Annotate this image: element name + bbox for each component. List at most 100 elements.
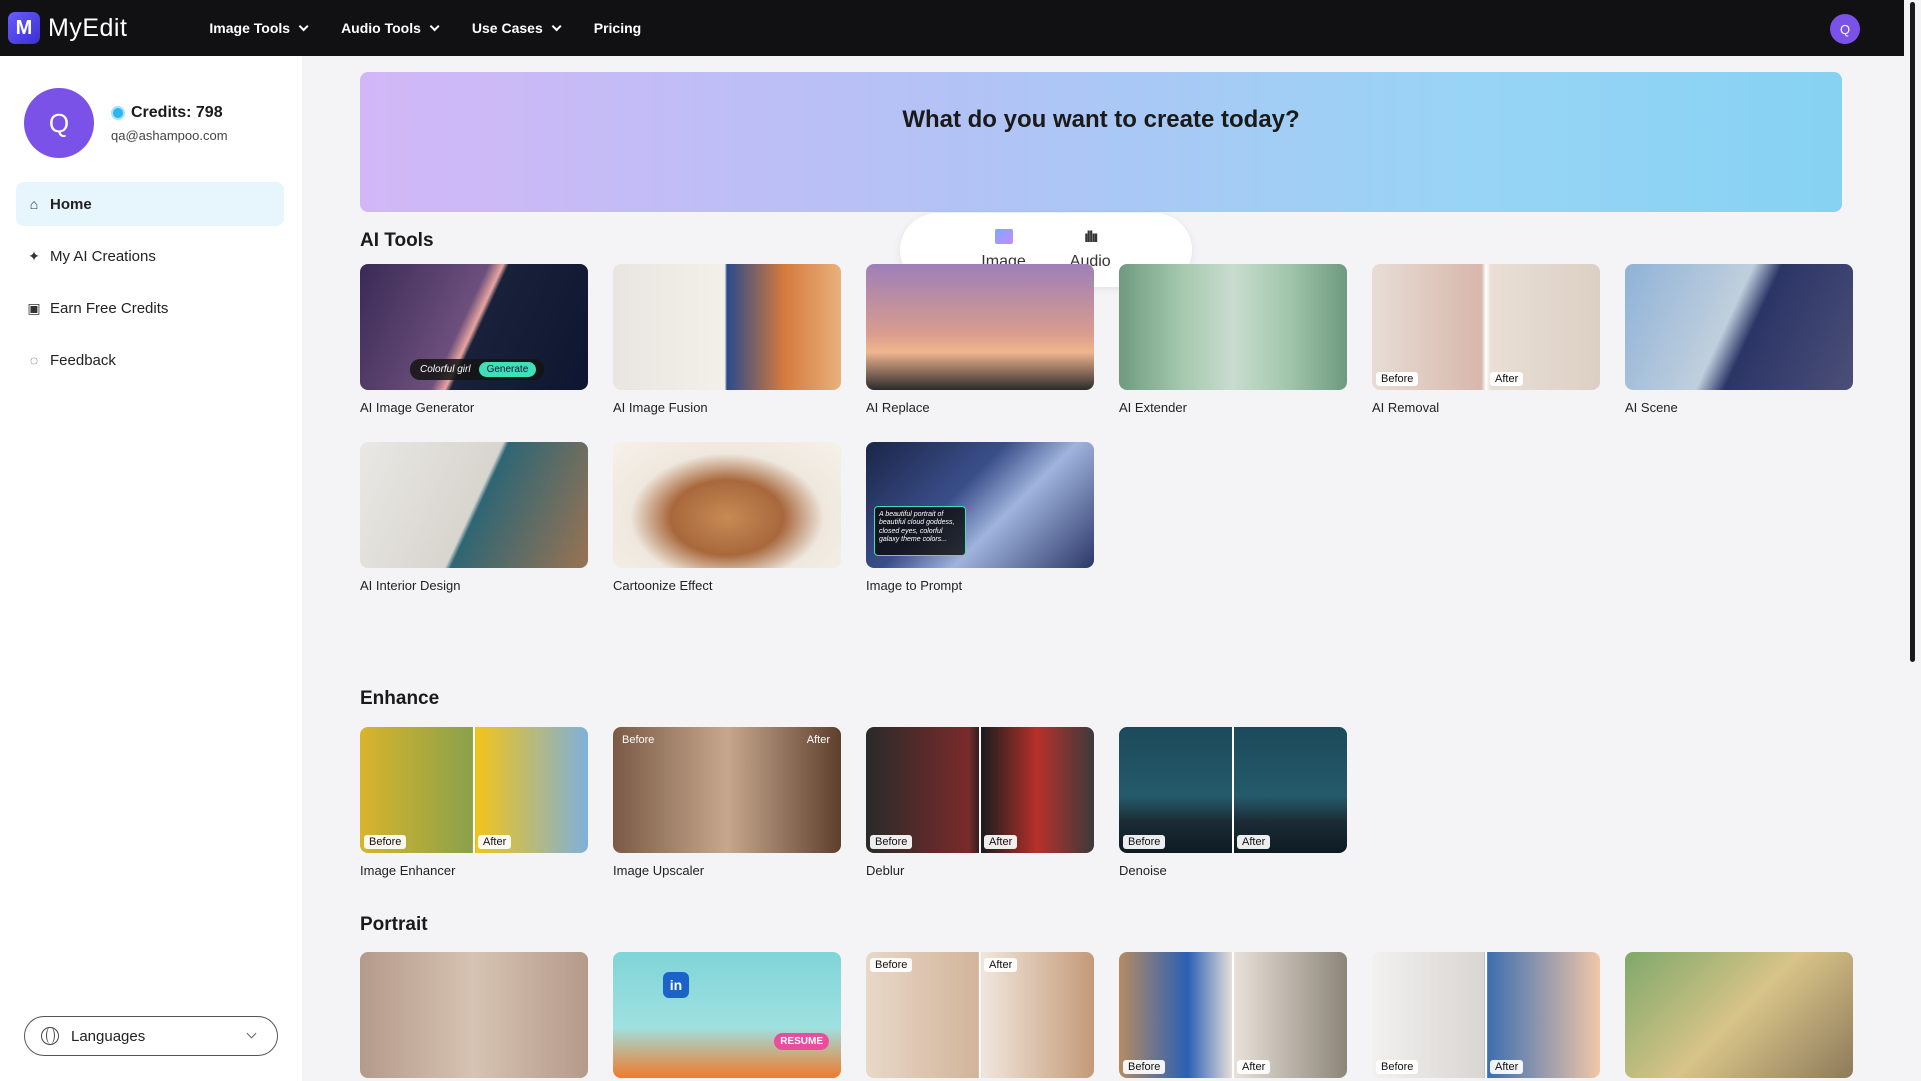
main-nav: Image Tools Audio Tools Use Cases Pricin… [209, 20, 677, 36]
card-ai-scene[interactable]: AI Scene [1625, 264, 1853, 415]
home-icon: ⌂ [29, 196, 39, 212]
section-title-portrait: Portrait [360, 914, 428, 935]
card-label: AI Interior Design [360, 578, 461, 593]
section-title-ai-tools: AI Tools [360, 230, 434, 251]
sidebar: Q Credits: 798 qa@ashampoo.com ⌂ Home ✦ … [0, 56, 302, 1081]
card-label: Image to Prompt [866, 578, 963, 593]
card-ai-extender[interactable]: AI Extender [1119, 264, 1347, 415]
thumbnail: A beautiful portrait of beautiful cloud … [866, 442, 1094, 568]
card-portrait-5[interactable]: Before After [1372, 952, 1600, 1078]
sidebar-item-my-ai-creations[interactable]: ✦ My AI Creations [16, 234, 284, 278]
credit-coin-icon [111, 105, 125, 120]
before-badge: Before [1376, 372, 1419, 386]
card-label: Cartoonize Effect [613, 578, 713, 593]
card-label: Image Upscaler [613, 863, 705, 878]
nav-audio-tools[interactable]: Audio Tools [341, 20, 440, 36]
thumbnail: Before After [1119, 727, 1347, 853]
nav-label: Audio Tools [341, 20, 421, 36]
before-badge: Before [1123, 1060, 1166, 1074]
globe-icon [41, 1027, 59, 1045]
nav-use-cases[interactable]: Use Cases [472, 20, 562, 36]
card-label: Image Enhancer [360, 863, 456, 878]
sidebar-menu: ⌂ Home ✦ My AI Creations ▣ Earn Free Cre… [16, 182, 284, 390]
sidebar-item-home[interactable]: ⌂ Home [16, 182, 284, 226]
before-badge: Before [1123, 835, 1166, 849]
thumbnail [613, 264, 841, 390]
after-badge: After [984, 958, 1018, 972]
thumbnail: Before After [866, 727, 1094, 853]
nav-image-tools[interactable]: Image Tools [209, 20, 309, 36]
credits-text: Credits: 798 [131, 103, 223, 121]
section-title-enhance: Enhance [360, 688, 440, 709]
card-portrait-4[interactable]: Before After [1119, 952, 1347, 1078]
card-image-enhancer[interactable]: Before After Image Enhancer [360, 727, 588, 878]
card-denoise[interactable]: Before After Denoise [1119, 727, 1347, 878]
sidebar-item-feedback[interactable]: ◌ Feedback [16, 338, 284, 382]
myedit-logo[interactable]: M MyEdit [8, 12, 127, 44]
profile-info: Credits: 798 qa@ashampoo.com [111, 104, 228, 143]
avatar[interactable]: Q [24, 88, 94, 158]
card-label: AI Image Fusion [613, 400, 708, 415]
after-badge: After [1490, 1060, 1524, 1074]
scrollbar-thumb[interactable] [1910, 2, 1915, 662]
resume-badge: RESUME [774, 1033, 829, 1050]
chevron-down-icon [551, 20, 562, 31]
page-scrollbar[interactable] [1904, 0, 1921, 1081]
chevron-down-icon [298, 20, 309, 31]
card-portrait-2[interactable]: in RESUME [613, 952, 841, 1078]
thumbnail: Before After [1119, 952, 1347, 1078]
thumbnail [613, 442, 841, 568]
nav-pricing[interactable]: Pricing [594, 20, 641, 36]
language-label: Languages [71, 1027, 146, 1045]
card-ai-replace[interactable]: AI Replace [866, 264, 1094, 415]
card-label: AI Extender [1119, 400, 1187, 415]
thumbnail [866, 264, 1094, 390]
before-badge: Before [1376, 1060, 1419, 1074]
divider [1232, 952, 1234, 1078]
logo-mark-icon: M [8, 12, 40, 44]
before-badge: Before [622, 734, 655, 746]
prompt-chip: Colorful girl Generate [410, 359, 545, 380]
card-label: Deblur [866, 863, 905, 878]
card-deblur[interactable]: Before After Deblur [866, 727, 1094, 878]
main-content: What do you want to create today? Image … [302, 56, 1887, 1081]
thumbnail: Before After [866, 952, 1094, 1078]
card-cartoonize-effect[interactable]: Cartoonize Effect [613, 442, 841, 593]
divider [1485, 952, 1487, 1078]
card-ai-removal[interactable]: Before After AI Removal [1372, 264, 1600, 415]
chevron-down-icon [429, 20, 440, 31]
divider [1232, 727, 1234, 853]
card-portrait-1[interactable] [360, 952, 588, 1078]
card-label: AI Scene [1625, 400, 1678, 415]
divider [473, 727, 475, 853]
after-badge: After [1237, 835, 1271, 849]
linkedin-icon: in [663, 972, 689, 998]
card-portrait-6[interactable] [1625, 952, 1853, 1078]
card-portrait-3[interactable]: Before After [866, 952, 1094, 1078]
card-image-to-prompt[interactable]: A beautiful portrait of beautiful cloud … [866, 442, 1094, 593]
card-ai-image-generator[interactable]: Colorful girl Generate AI Image Generator [360, 264, 588, 415]
language-selector[interactable]: Languages [24, 1016, 278, 1056]
image-icon [994, 229, 1013, 247]
thumbnail: Colorful girl Generate [360, 264, 588, 390]
before-badge: Before [364, 835, 407, 849]
after-badge: After [984, 835, 1018, 849]
divider [979, 952, 981, 1078]
card-ai-interior-design[interactable]: AI Interior Design [360, 442, 588, 593]
after-badge: After [1490, 372, 1524, 386]
card-label: Denoise [1119, 863, 1167, 878]
card-label: AI Image Generator [360, 400, 475, 415]
sidebar-item-earn-free-credits[interactable]: ▣ Earn Free Credits [16, 286, 284, 330]
nav-label: Image Tools [209, 20, 291, 36]
sparkle-icon: ✦ [28, 247, 40, 264]
before-badge: Before [870, 835, 913, 849]
hero-banner: What do you want to create today? [360, 72, 1842, 212]
user-avatar-button[interactable]: Q [1830, 14, 1860, 44]
card-ai-image-fusion[interactable]: AI Image Fusion [613, 264, 841, 415]
thumbnail [1625, 264, 1853, 390]
chip-text: Colorful girl [420, 364, 471, 375]
thumbnail: Before After [613, 727, 841, 853]
sidebar-item-label: Earn Free Credits [50, 299, 169, 317]
thumbnail [360, 442, 588, 568]
card-image-upscaler[interactable]: Before After Image Upscaler [613, 727, 841, 878]
